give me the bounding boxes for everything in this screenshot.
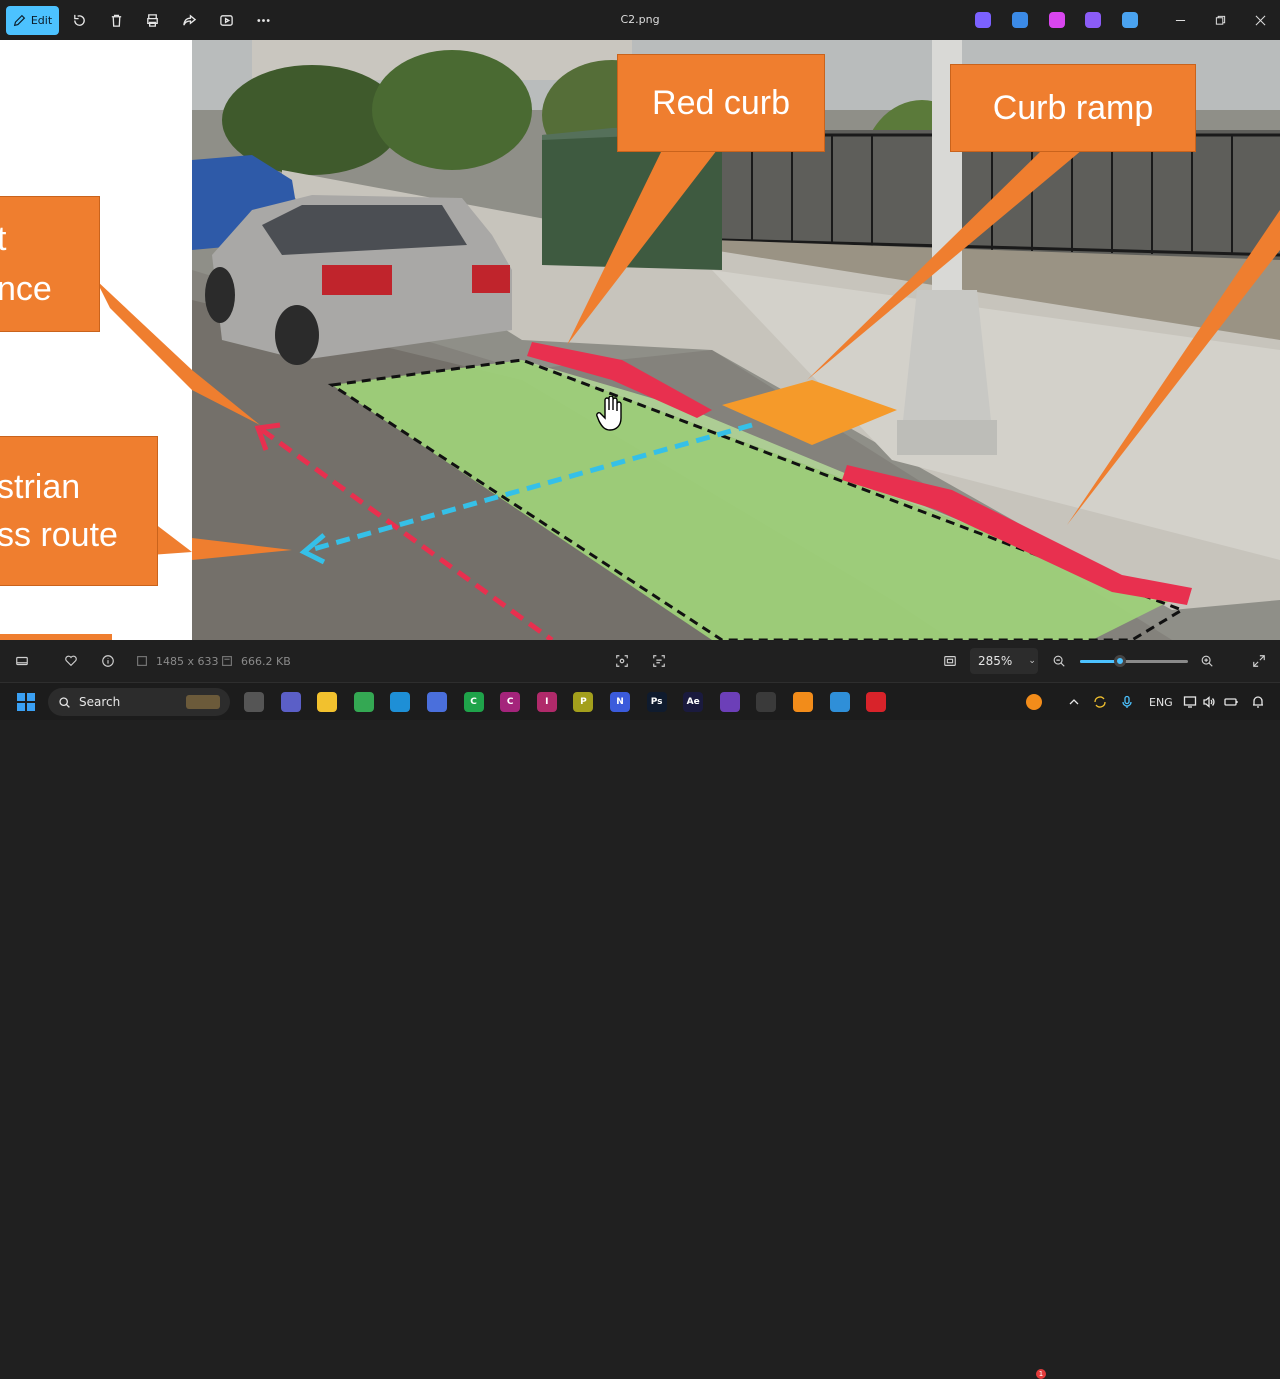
search-label: Search [79, 695, 121, 709]
fullscreen-icon[interactable] [1250, 652, 1268, 670]
search-icon [59, 696, 70, 708]
delete-icon[interactable] [107, 11, 125, 29]
dimensions-icon [133, 652, 151, 670]
image-dimensions: 1485 x 633 [156, 655, 219, 668]
close-button[interactable] [1250, 10, 1270, 30]
rotate-icon[interactable] [70, 11, 88, 29]
text-extract-icon[interactable] [650, 652, 668, 670]
slideshow-icon[interactable] [217, 11, 235, 29]
display-icon[interactable] [1183, 695, 1197, 709]
info-icon[interactable] [99, 652, 117, 670]
print-icon[interactable] [143, 11, 161, 29]
filmstrip-icon[interactable] [13, 652, 31, 670]
battery-icon[interactable] [1224, 695, 1238, 709]
teams-icon[interactable] [280, 692, 301, 712]
notification-center-icon[interactable] [1251, 695, 1265, 709]
onenote-icon[interactable]: N [610, 692, 630, 712]
taskbar: Search C C I P N Ps Ae 1 ENG [0, 682, 1280, 1379]
edit-button[interactable]: Edit [6, 6, 59, 35]
microphone-icon[interactable] [1120, 695, 1134, 709]
more-icon[interactable] [254, 11, 272, 29]
fit-to-window-icon[interactable] [941, 652, 959, 670]
zoom-slider[interactable] [1080, 660, 1188, 663]
favorite-icon[interactable] [62, 652, 80, 670]
copilot-icon[interactable] [975, 12, 991, 28]
photoshop-icon[interactable]: Ps [646, 692, 667, 712]
clearance-label-line2: nce [0, 270, 52, 308]
edit-label: Edit [30, 14, 53, 27]
photos-icon[interactable] [829, 692, 850, 712]
chrome-icon[interactable] [353, 692, 374, 712]
pedestrian-route-callout: strian ss route [0, 436, 158, 586]
clipchamp-icon[interactable] [1085, 12, 1101, 28]
red-curb-label: Red curb [652, 83, 790, 122]
camtasia-recorder-icon[interactable] [866, 692, 887, 712]
curb-ramp-label: Curb ramp [992, 88, 1154, 127]
camtasia-icon[interactable]: C [463, 692, 484, 712]
designer-icon[interactable] [1049, 12, 1065, 28]
red-curb-callout: Red curb [617, 54, 825, 152]
hand-cursor-icon [596, 396, 622, 431]
file-explorer-icon[interactable] [317, 692, 338, 712]
notification-badge: 1 [1036, 1369, 1046, 1379]
onedrive-off-icon[interactable] [1122, 12, 1138, 28]
notification-app-icon[interactable] [1026, 694, 1042, 710]
presenter-icon[interactable]: P [573, 692, 594, 712]
store-icon[interactable] [427, 692, 447, 712]
search-highlight-art [186, 695, 220, 709]
edge-icon[interactable] [390, 692, 411, 712]
pedestrian-label-line1: strian [0, 468, 81, 506]
visual-studio-icon[interactable] [719, 692, 740, 712]
image-canvas[interactable]: Red curb Curb ramp t nce strian ss route [0, 40, 1280, 640]
photos-editor-icon[interactable] [1012, 12, 1028, 28]
vlc-icon[interactable] [793, 692, 813, 712]
share-icon[interactable] [180, 11, 198, 29]
clearance-label-line1: t [0, 220, 7, 258]
start-button[interactable] [17, 693, 35, 711]
chevron-down-icon: ⌄ [1028, 656, 1036, 666]
indesign-icon[interactable]: I [536, 692, 557, 712]
left-callout-pointers-photo [192, 370, 292, 560]
pedestrian-label-line2: ss route [0, 516, 118, 554]
taskbar-search[interactable]: Search [48, 688, 230, 716]
title-bar: Edit C2.png [0, 0, 1280, 40]
volume-icon[interactable] [1202, 695, 1216, 709]
zoom-level-select[interactable]: 285% ⌄ [970, 648, 1038, 674]
captivate-icon[interactable]: C [500, 692, 521, 712]
chevron-up-icon[interactable] [1067, 695, 1081, 709]
zoom-level-value: 285% [978, 654, 1013, 668]
task-view-icon[interactable] [244, 692, 264, 712]
restore-button[interactable] [1210, 10, 1230, 30]
zoom-slider-thumb[interactable] [1113, 655, 1126, 667]
language-indicator[interactable]: ENG [1149, 696, 1173, 709]
file-size: 666.2 KB [241, 655, 291, 668]
zoom-out-icon[interactable] [1050, 652, 1068, 670]
clearance-callout: t nce [0, 196, 100, 332]
sync-icon[interactable] [1093, 695, 1107, 709]
minimize-button[interactable] [1170, 10, 1190, 30]
pen-tool-icon[interactable] [756, 692, 777, 712]
zoom-in-icon[interactable] [1198, 652, 1216, 670]
after-effects-icon[interactable]: Ae [683, 692, 704, 712]
file-size-icon [218, 652, 236, 670]
edit-icon [13, 14, 26, 27]
curb-ramp-callout: Curb ramp [950, 64, 1196, 152]
visual-search-icon[interactable] [613, 652, 631, 670]
